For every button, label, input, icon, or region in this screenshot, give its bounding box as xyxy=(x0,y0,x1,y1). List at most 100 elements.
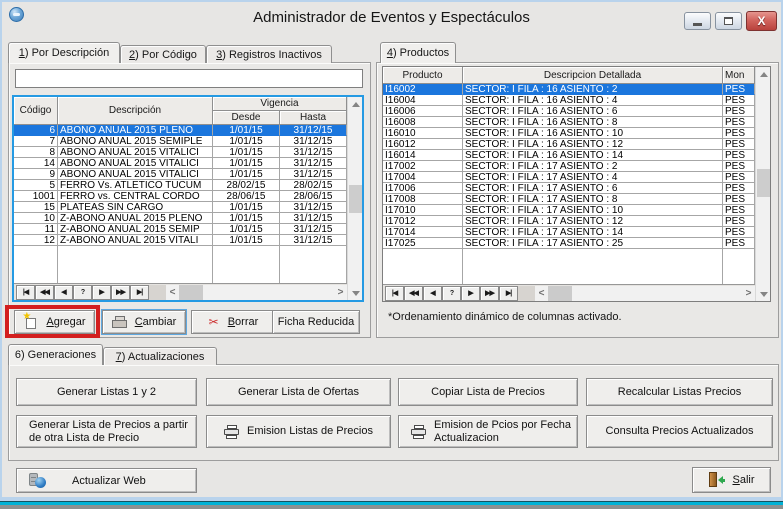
scrollbar-thumb[interactable] xyxy=(757,169,770,197)
events-grid-row[interactable]: 7ABONO ANUAL 2015 SEMIPLE1/01/1531/12/15 xyxy=(14,136,347,147)
column-header-desde[interactable]: Desde xyxy=(213,111,280,125)
scroll-left-button[interactable]: < xyxy=(166,285,179,300)
generar-lista-de-precios-a-partir-de-otra-lista-de-precio-button[interactable]: Generar Lista de Precios a partirde otra… xyxy=(16,415,197,448)
scroll-up-button[interactable] xyxy=(756,67,771,81)
events-grid[interactable]: Código Descripción Vigencia Desde Hasta … xyxy=(12,95,364,302)
scroll-down-button[interactable] xyxy=(756,287,771,301)
cell-descripcion: Z-ABONO ANUAL 2015 SEMIP xyxy=(58,224,213,235)
events-grid-row[interactable]: 9ABONO ANUAL 2015 VITALICI1/01/1531/12/1… xyxy=(14,169,347,180)
tab-7-actualizaciones[interactable]: 7) Actualizaciones xyxy=(103,347,217,365)
products-vertical-scrollbar[interactable] xyxy=(755,67,770,301)
events-grid-row[interactable]: 14ABONO ANUAL 2015 VITALICI1/01/1531/12/… xyxy=(14,158,347,169)
nav-prior-page-button[interactable]: ◀◀ xyxy=(35,285,54,300)
products-grid-row[interactable]: I17025SECTOR: I FILA : 17 ASIENTO : 25PE… xyxy=(383,238,755,249)
products-grid-row[interactable]: I16008SECTOR: I FILA : 16 ASIENTO : 8PES xyxy=(383,117,755,128)
events-grid-row[interactable]: 11Z-ABONO ANUAL 2015 SEMIP1/01/1531/12/1… xyxy=(14,224,347,235)
events-grid-row[interactable]: 12Z-ABONO ANUAL 2015 VITALI1/01/1531/12/… xyxy=(14,235,347,246)
events-grid-row[interactable]: 8ABONO ANUAL 2015 VITALICI1/01/1531/12/1… xyxy=(14,147,347,158)
products-grid-row[interactable]: I17010SECTOR: I FILA : 17 ASIENTO : 10PE… xyxy=(383,205,755,216)
generar-listas-1-y-2-button[interactable]: Generar Listas 1 y 2 xyxy=(16,378,197,406)
products-grid-row[interactable]: I16004SECTOR: I FILA : 16 ASIENTO : 4PES xyxy=(383,95,755,106)
maximize-button[interactable] xyxy=(715,12,742,30)
products-grid-row[interactable]: I16010SECTOR: I FILA : 16 ASIENTO : 10PE… xyxy=(383,128,755,139)
tab-3-registros-inactivos[interactable]: 3) Registros Inactivos xyxy=(206,45,332,63)
events-grid-row[interactable]: 10Z-ABONO ANUAL 2015 PLENO1/01/1531/12/1… xyxy=(14,213,347,224)
products-grid-row[interactable]: I17006SECTOR: I FILA : 17 ASIENTO : 6PES xyxy=(383,183,755,194)
products-grid-row[interactable]: I16006SECTOR: I FILA : 16 ASIENTO : 6PES xyxy=(383,106,755,117)
scroll-right-button[interactable]: > xyxy=(334,285,347,300)
nav-next-page-button[interactable]: ▶▶ xyxy=(111,285,130,300)
column-header-producto[interactable]: Producto xyxy=(383,67,463,84)
products-grid-row[interactable]: I17004SECTOR: I FILA : 17 ASIENTO : 4PES xyxy=(383,172,755,183)
ficha-reducida-button[interactable]: Ficha Reducida xyxy=(272,310,360,334)
column-header-moneda[interactable]: Mon xyxy=(723,67,755,84)
products-grid-row[interactable]: I17014SECTOR: I FILA : 17 ASIENTO : 14PE… xyxy=(383,227,755,238)
column-header-hasta[interactable]: Hasta xyxy=(280,111,347,125)
nav-next-page-button[interactable]: ▶▶ xyxy=(480,286,499,301)
events-grid-row[interactable]: 15PLATEAS SIN CARGO1/01/1531/12/15 xyxy=(14,202,347,213)
column-header-vigencia[interactable]: Vigencia xyxy=(213,97,347,111)
borrar-button[interactable]: ✂Borrar xyxy=(191,310,274,334)
events-grid-row[interactable]: 5FERRO Vs. ATLETICO TUCUM28/02/1528/02/1… xyxy=(14,180,347,191)
scrollbar-thumb[interactable] xyxy=(179,285,203,300)
column-header-descripcion-detallada[interactable]: Descripcion Detallada xyxy=(463,67,723,84)
nav-next-button[interactable]: ▶ xyxy=(92,285,111,300)
scrollbar-thumb[interactable] xyxy=(548,286,572,301)
description-filter-input[interactable] xyxy=(15,69,363,88)
events-grid-row[interactable]: 1001FERRO vs. CENTRAL CORDO28/06/1528/06… xyxy=(14,191,347,202)
cell-codigo: 10 xyxy=(14,213,58,224)
tab-2-por-codigo[interactable]: 2) Por Código xyxy=(120,45,206,63)
events-vertical-scrollbar[interactable] xyxy=(347,97,362,300)
events-grid-row-selected[interactable]: 6ABONO ANUAL 2015 PLENO1/01/1531/12/15 xyxy=(14,125,347,136)
close-button[interactable]: X xyxy=(746,11,777,31)
actualizar-web-button[interactable]: Actualizar Web xyxy=(16,468,197,493)
nav-first-button[interactable]: |◀ xyxy=(16,285,35,300)
generar-lista-de-ofertas-button[interactable]: Generar Lista de Ofertas xyxy=(206,378,391,406)
tab-1-por-descripcion[interactable]: 1) Por Descripción xyxy=(8,42,120,63)
copiar-lista-de-precios-button[interactable]: Copiar Lista de Precios xyxy=(398,378,578,406)
scrollbar-thumb[interactable] xyxy=(349,185,362,213)
nav-last-button[interactable]: ▶| xyxy=(130,285,149,300)
products-grid-row[interactable]: I17012SECTOR: I FILA : 17 ASIENTO : 12PE… xyxy=(383,216,755,227)
nav-refresh-button[interactable]: ? xyxy=(442,286,461,301)
nav-prior-button[interactable]: ◀ xyxy=(423,286,442,301)
cambiar-button[interactable]: Cambiar xyxy=(102,310,186,334)
navigator-gap xyxy=(149,285,166,300)
emision-listas-de-precios-button[interactable]: Emision Listas de Precios xyxy=(206,415,391,448)
tab-6-generaciones[interactable]: 6) Generaciones xyxy=(8,344,103,365)
tab-4-productos[interactable]: 4) Productos xyxy=(380,42,456,63)
salir-button[interactable]: Salir xyxy=(692,467,771,493)
minimize-button[interactable] xyxy=(684,12,711,30)
products-grid-filler xyxy=(383,249,755,284)
horizontal-scrollbar[interactable]: <> xyxy=(535,286,755,301)
products-grid-row[interactable]: I17002SECTOR: I FILA : 17 ASIENTO : 2PES xyxy=(383,161,755,172)
products-grid-row[interactable]: I16012SECTOR: I FILA : 16 ASIENTO : 12PE… xyxy=(383,139,755,150)
nav-refresh-button[interactable]: ? xyxy=(73,285,92,300)
cell-desde: 1/01/15 xyxy=(213,202,280,213)
agregar-button[interactable]: ★Agregar xyxy=(14,310,95,334)
cell-descripcion-detallada: SECTOR: I FILA : 16 ASIENTO : 10 xyxy=(463,128,723,139)
nav-last-button[interactable]: ▶| xyxy=(499,286,518,301)
products-grid[interactable]: Producto Descripcion Detallada Mon I1600… xyxy=(382,66,771,302)
nav-next-button[interactable]: ▶ xyxy=(461,286,480,301)
products-grid-row[interactable]: I17008SECTOR: I FILA : 17 ASIENTO : 8PES xyxy=(383,194,755,205)
column-header-codigo[interactable]: Código xyxy=(14,97,58,125)
horizontal-scrollbar[interactable]: <> xyxy=(166,285,347,300)
emision-de-pcios-por-fecha-actualizacion-button[interactable]: Emision de Pcios por FechaActualizacion xyxy=(398,415,578,448)
products-grid-row[interactable]: I16014SECTOR: I FILA : 16 ASIENTO : 14PE… xyxy=(383,150,755,161)
nav-prior-page-button[interactable]: ◀◀ xyxy=(404,286,423,301)
button-label: Generar Lista de Precios a partirde otra… xyxy=(29,419,188,445)
products-grid-row-selected[interactable]: I16002SECTOR: I FILA : 16 ASIENTO : 2PES xyxy=(383,84,755,95)
scroll-down-button[interactable] xyxy=(348,286,363,300)
nav-first-button[interactable]: |◀ xyxy=(385,286,404,301)
dynamic-sort-note: *Ordenamiento dinámico de columnas activ… xyxy=(388,311,622,323)
scroll-right-button[interactable]: > xyxy=(742,286,755,301)
recalcular-listas-precios-button[interactable]: Recalcular Listas Precios xyxy=(586,378,773,406)
cell-descripcion-detallada: SECTOR: I FILA : 17 ASIENTO : 14 xyxy=(463,227,723,238)
cell-producto: I16006 xyxy=(383,106,463,117)
scroll-up-button[interactable] xyxy=(348,97,363,111)
consulta-precios-actualizados-button[interactable]: Consulta Precios Actualizados xyxy=(586,415,773,448)
nav-prior-button[interactable]: ◀ xyxy=(54,285,73,300)
column-header-descripcion[interactable]: Descripción xyxy=(58,97,213,125)
scroll-left-button[interactable]: < xyxy=(535,286,548,301)
